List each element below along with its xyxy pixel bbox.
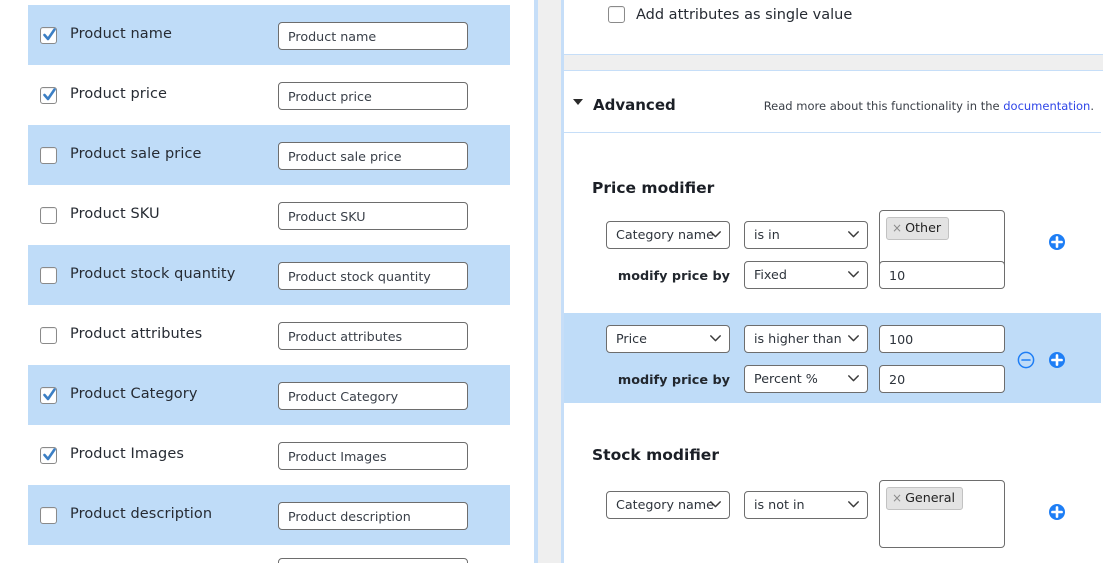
operator-select[interactable]: is in [744, 221, 868, 249]
field-enable-checkbox[interactable] [40, 207, 57, 224]
field-label: Product stock quantity [70, 266, 235, 282]
field-label: Product sale price [70, 146, 202, 162]
caret-down-icon[interactable] [573, 99, 583, 105]
plus-circle-icon[interactable] [1048, 503, 1066, 521]
field-select[interactable]: Category name [606, 491, 730, 519]
attributes-card: Add attributes as single value [564, 0, 1103, 55]
selected-tag[interactable]: ×General [886, 487, 963, 510]
selected-tag[interactable]: ×Other [886, 217, 949, 240]
advanced-card: Advanced Read more about this functional… [564, 70, 1103, 563]
advanced-title: Advanced [593, 96, 676, 114]
selected-tag-label: Other [905, 220, 941, 235]
field-enable-checkbox[interactable] [40, 87, 57, 104]
add-attributes-single-value-checkbox[interactable] [608, 6, 625, 23]
add-attributes-single-value-row[interactable]: Add attributes as single value [608, 6, 852, 23]
modify-type-select[interactable]: Fixed [744, 261, 868, 289]
operator-select[interactable]: is higher than [744, 325, 868, 353]
operator-select-value: is not in [754, 497, 805, 512]
field-label: Product description [70, 506, 212, 522]
field-row[interactable]: Product stock quantity [28, 245, 510, 305]
field-select-value: Price [616, 331, 647, 346]
field-label: Product attributes [70, 326, 202, 342]
modifier-row: Price is higher than modify price by Percen… [564, 313, 1101, 403]
advanced-note-suffix: . [1090, 99, 1094, 113]
field-column-input[interactable] [278, 202, 468, 230]
field-label: Product price [70, 86, 167, 102]
field-row[interactable]: Product sale price [28, 125, 510, 185]
close-icon[interactable]: × [892, 491, 902, 505]
field-column-input[interactable] [278, 142, 468, 170]
modify-value-input[interactable] [879, 261, 1005, 289]
advanced-header[interactable]: Advanced Read more about this functional… [564, 71, 1101, 133]
field-label: Product SKU [70, 206, 160, 222]
field-column-input[interactable] [278, 442, 468, 470]
documentation-link[interactable]: documentation [1003, 99, 1090, 113]
operator-select-value: is higher than [754, 331, 842, 346]
field-label: Product Category [70, 386, 198, 402]
minus-circle-icon[interactable] [1017, 351, 1035, 369]
operator-select-value: is in [754, 227, 780, 242]
advanced-note-prefix: Read more about this functionality in th… [764, 99, 1004, 113]
field-enable-checkbox[interactable] [40, 147, 57, 164]
field-enable-checkbox[interactable] [40, 267, 57, 284]
field-column-input[interactable] [278, 502, 468, 530]
field-row[interactable]: Product SKU [28, 185, 510, 245]
settings-panel: Add attributes as single value Advanced … [564, 0, 1103, 563]
modify-type-select-value: Fixed [754, 267, 787, 282]
price-modifier-title: Price modifier [592, 179, 714, 197]
field-mapping-list: Product name Product price Product sale pr… [0, 0, 534, 563]
field-column-input[interactable] [278, 82, 468, 110]
field-select-value: Category name [616, 227, 714, 242]
field-label: Product name [70, 26, 172, 42]
close-icon[interactable]: × [892, 221, 902, 235]
field-row[interactable]: Product price [28, 65, 510, 125]
modify-type-select[interactable]: Percent % [744, 365, 868, 393]
field-column-input[interactable] [278, 262, 468, 290]
modify-type-select-value: Percent % [754, 371, 818, 386]
field-enable-checkbox[interactable] [40, 447, 57, 464]
field-row[interactable]: Product Category [28, 365, 510, 425]
value-input[interactable] [879, 325, 1005, 353]
field-row[interactable]: Product attributes [28, 305, 510, 365]
field-column-input[interactable] [278, 382, 468, 410]
field-select-value: Category name [616, 497, 714, 512]
stock-modifier-title: Stock modifier [592, 446, 719, 464]
plus-circle-icon[interactable] [1048, 233, 1066, 251]
selected-tag-label: General [905, 490, 955, 505]
field-select[interactable]: Category name [606, 221, 730, 249]
app-root: Product name Product price Product sale pr… [0, 0, 1103, 563]
field-enable-checkbox[interactable] [40, 27, 57, 44]
field-enable-checkbox[interactable] [40, 327, 57, 344]
modify-by-label: modify price by [606, 269, 730, 284]
field-input-partial[interactable] [278, 558, 468, 563]
field-row[interactable]: Product description [28, 485, 510, 545]
add-attributes-single-value-label: Add attributes as single value [636, 7, 852, 23]
field-row[interactable]: Product Images [28, 425, 510, 485]
field-label: Product Images [70, 446, 184, 462]
field-enable-checkbox[interactable] [40, 387, 57, 404]
advanced-note: Read more about this functionality in th… [764, 99, 1094, 113]
scroll-gutter[interactable] [538, 0, 561, 563]
value-multiselect[interactable]: ×General [879, 480, 1005, 548]
plus-circle-icon[interactable] [1048, 351, 1066, 369]
modify-by-label: modify price by [606, 373, 730, 388]
field-column-input[interactable] [278, 22, 468, 50]
modify-value-input[interactable] [879, 365, 1005, 393]
field-enable-checkbox[interactable] [40, 507, 57, 524]
field-select[interactable]: Price [606, 325, 730, 353]
modifier-row: Category name is not in ×General [564, 481, 1101, 561]
field-column-input[interactable] [278, 322, 468, 350]
field-row[interactable]: Product name [28, 5, 510, 65]
operator-select[interactable]: is not in [744, 491, 868, 519]
modifier-row: Category name is in ×Other modify price by F… [564, 211, 1101, 313]
